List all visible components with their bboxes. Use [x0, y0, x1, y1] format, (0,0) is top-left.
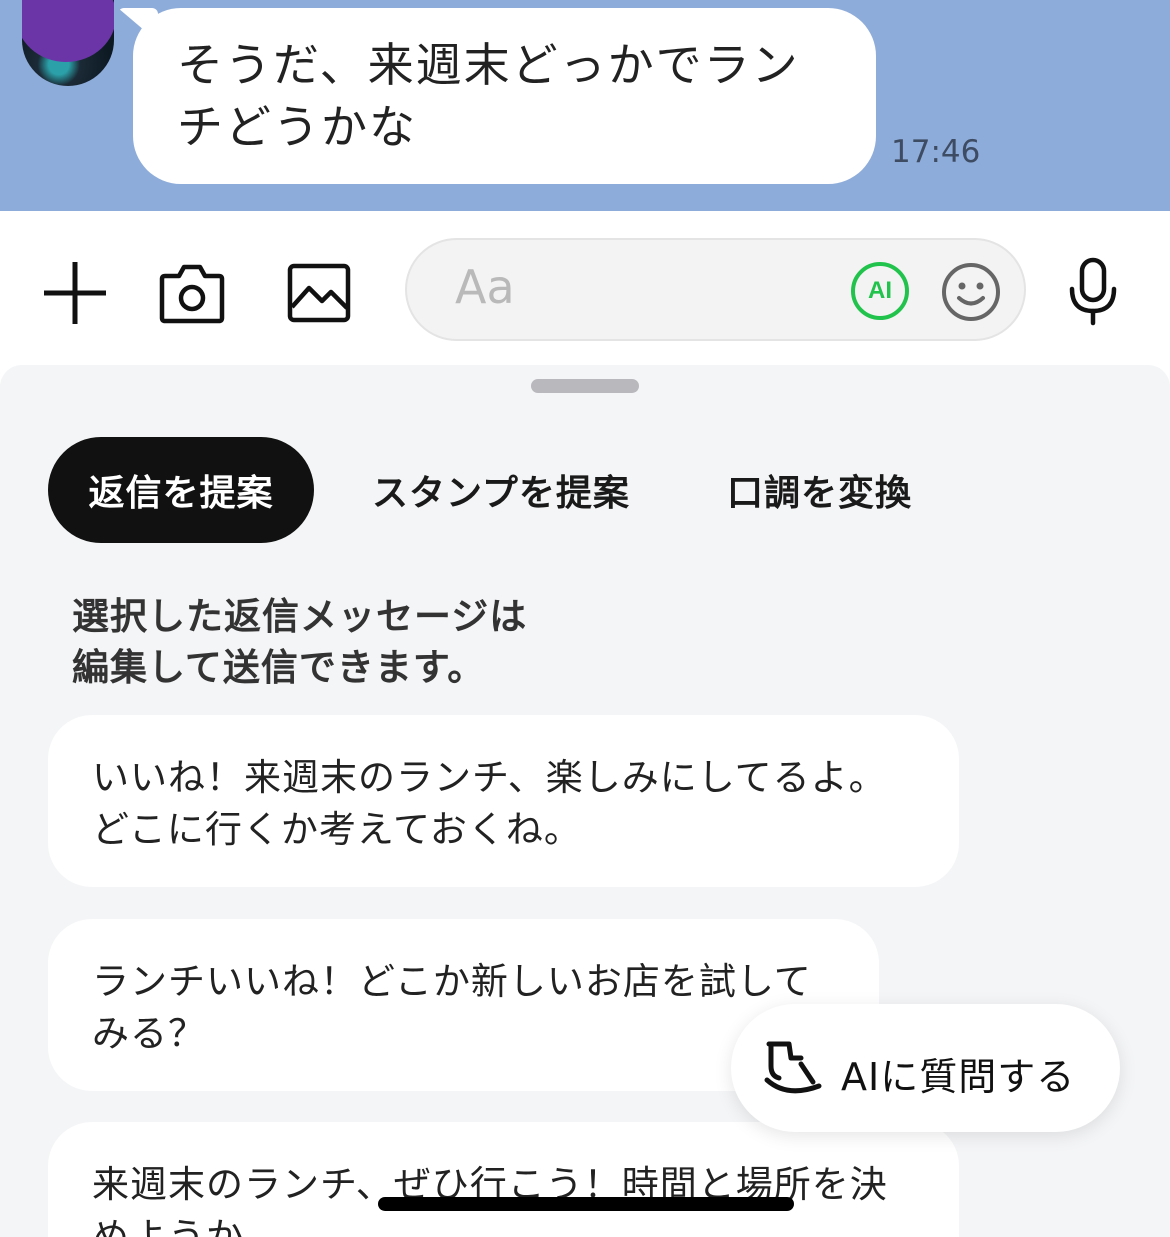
ask-ai-label: AIに質問する [841, 1055, 1076, 1099]
emoji-icon[interactable] [941, 262, 1001, 322]
ai-icon-label: AI [868, 277, 892, 304]
ai-suggestion-sheet: 返信を提案 スタンプを提案 口調を変換 選択した返信メッセージは 編集して送信で… [0, 365, 1170, 1237]
plus-icon[interactable] [38, 256, 112, 330]
ai-assistant-icon [761, 1036, 825, 1102]
message-text: そうだ、来週末どっかでランチどうかな [177, 38, 800, 154]
ai-icon[interactable]: AI [851, 262, 909, 320]
suggested-reply-text: ランチいいね！どこか新しいお店を試してみる？ [92, 960, 812, 1055]
avatar-image [22, 0, 114, 62]
microphone-icon[interactable] [1056, 251, 1130, 333]
camera-icon[interactable] [155, 256, 229, 330]
input-placeholder: Aa [455, 260, 515, 314]
suggested-reply[interactable]: 来週末のランチ、ぜひ行こう！時間と場所を決めようか [48, 1122, 959, 1237]
tab-label: 口調を変換 [727, 473, 913, 514]
tab-label: スタンプを提案 [372, 473, 630, 514]
message-input[interactable]: Aa AI [405, 238, 1026, 341]
suggested-reply-text: いいね！来週末のランチ、楽しみにしてるよ。どこに行くか考えておくね。 [92, 756, 887, 851]
tab-label: 返信を提案 [88, 473, 274, 514]
tab-convert-tone[interactable]: 口調を変換 [727, 437, 912, 543]
suggested-reply[interactable]: いいね！来週末のランチ、楽しみにしてるよ。どこに行くか考えておくね。 [48, 715, 959, 887]
message-bubble[interactable]: そうだ、来週末どっかでランチどうかな [133, 8, 876, 184]
drag-handle[interactable] [531, 379, 639, 393]
avatar[interactable] [22, 0, 114, 86]
tab-suggest-sticker[interactable]: スタンプを提案 [372, 437, 630, 543]
input-bar: Aa AI [0, 211, 1170, 365]
chat-area[interactable]: そうだ、来週末どっかでランチどうかな 17:46 [0, 0, 1170, 211]
tab-suggest-reply[interactable]: 返信を提案 [48, 437, 314, 543]
helper-text: 選択した返信メッセージは 編集して送信できます。 [72, 595, 528, 689]
ask-ai-button[interactable]: AIに質問する [731, 1004, 1120, 1132]
home-indicator[interactable] [378, 1197, 794, 1211]
chat-screen: そうだ、来週末どっかでランチどうかな 17:46 Aa AI 返信を提案 スタン… [0, 0, 1170, 1237]
image-icon[interactable] [282, 256, 356, 330]
message-timestamp: 17:46 [891, 134, 981, 170]
